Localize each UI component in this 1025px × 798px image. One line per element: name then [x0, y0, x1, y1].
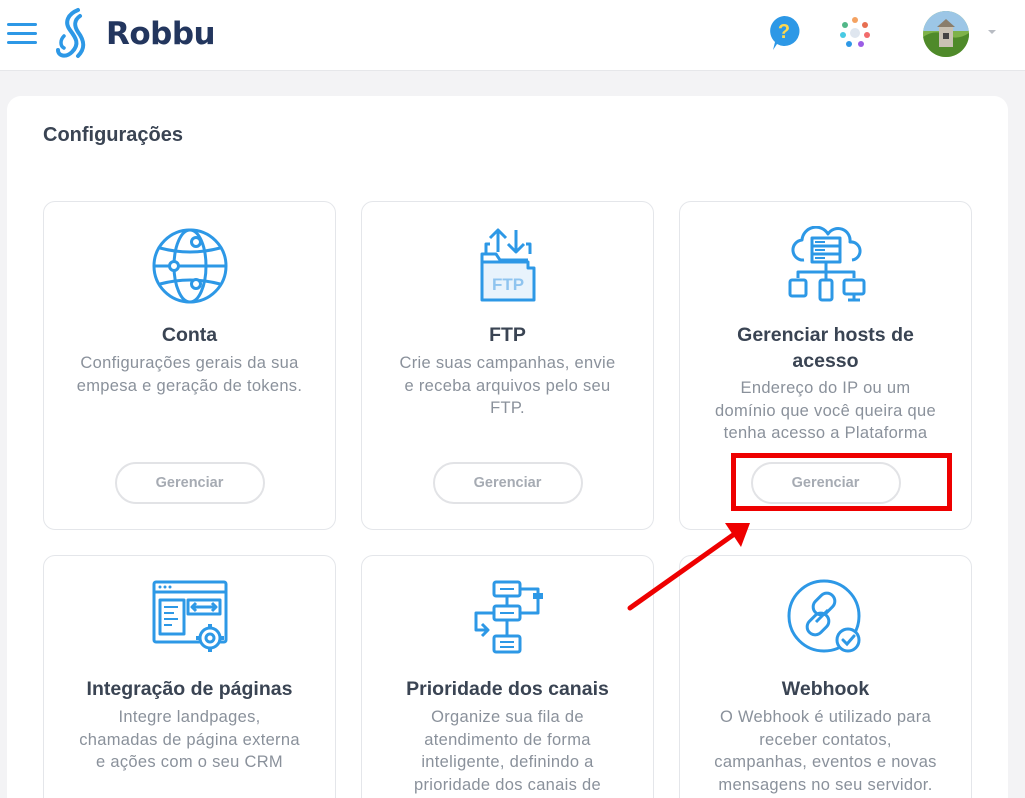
card-description: Endereço do IP ou um domínio que você qu…: [715, 379, 936, 442]
svg-text:FTP: FTP: [491, 275, 523, 294]
robbu-logo-icon: [56, 8, 86, 58]
page-title: Configurações: [43, 124, 184, 146]
card-prioridade: Prioridade dos canais Organize sua fila …: [361, 555, 654, 798]
card-description: Organize sua fila de atendimento de form…: [414, 708, 601, 794]
card-description: Integre landpages, chamadas de página ex…: [79, 708, 300, 771]
card-title: Integração de páginas: [86, 678, 293, 700]
link-check-icon: [787, 579, 860, 653]
browser-settings-icon: [152, 580, 227, 652]
card-title: Prioridade dos canais: [406, 678, 609, 700]
apps-icon[interactable]: [838, 16, 872, 50]
flowchart-icon: [474, 580, 543, 654]
card-title: Webhook: [781, 678, 870, 700]
card-integracao: Integração de páginas Integre landpages,…: [43, 555, 336, 798]
conta-manage-button[interactable]: Gerenciar: [114, 462, 265, 504]
highlight-box: [731, 453, 952, 511]
chevron-down-icon[interactable]: [985, 27, 999, 37]
ftp-folder-icon: FTP: [480, 228, 535, 302]
top-bar: Robbu ?: [0, 0, 1025, 71]
svg-text:?: ?: [778, 21, 790, 43]
card-title: FTP: [489, 324, 526, 346]
avatar[interactable]: [923, 11, 969, 57]
globe-icon: [152, 228, 227, 304]
card-conta: Conta Configurações gerais da sua empesa…: [43, 201, 336, 530]
help-icon[interactable]: ?: [767, 14, 801, 52]
card-description: Configurações gerais da sua empesa e ger…: [76, 354, 303, 395]
card-title: Conta: [161, 324, 218, 346]
logo-text: Robbu: [106, 16, 216, 52]
card-title: Gerenciar hosts de acesso: [737, 324, 914, 372]
card-description: O Webhook é utilizado para receber conta…: [714, 708, 937, 794]
ftp-manage-button[interactable]: Gerenciar: [432, 462, 583, 504]
card-ftp: FTP FTP Crie suas campanhas, envie e rec…: [361, 201, 654, 530]
menu-icon[interactable]: [7, 23, 37, 45]
cloud-network-icon: [788, 226, 865, 302]
card-description: Crie suas campanhas, envie e receba arqu…: [399, 354, 616, 417]
annotation-arrow: [627, 523, 750, 611]
